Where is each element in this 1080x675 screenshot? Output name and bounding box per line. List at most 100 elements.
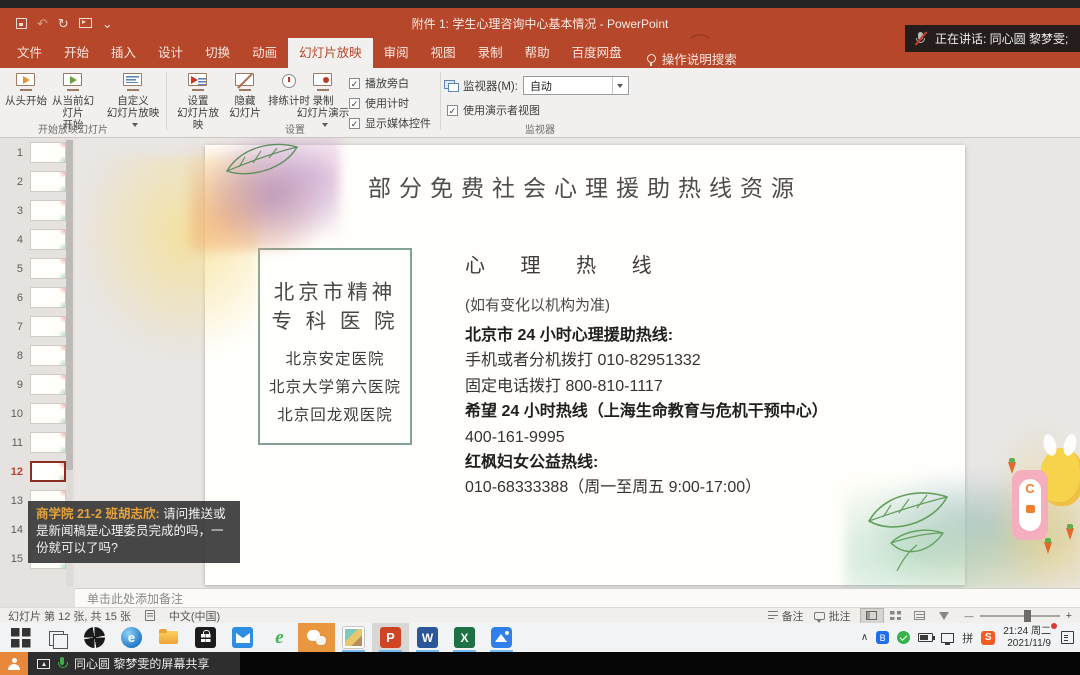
zoom-slider[interactable]: [979, 609, 1060, 622]
taskbar-clock[interactable]: 21:24 周二 2021/11/9: [1003, 623, 1057, 649]
save-icon[interactable]: [16, 17, 27, 29]
ime-switch-icon[interactable]: 拼: [962, 630, 973, 646]
thumbnail-image[interactable]: [30, 229, 66, 250]
taskbar-photos[interactable]: [335, 623, 372, 652]
taskbar-edge[interactable]: e: [113, 623, 150, 652]
taskbar-excel[interactable]: X: [446, 623, 483, 652]
checkbox-icon: ✓: [349, 117, 360, 129]
thumbnail-image[interactable]: [30, 432, 66, 453]
thumbnail-image[interactable]: [30, 200, 66, 221]
taskbar-store[interactable]: [187, 623, 224, 652]
ribbon-tab[interactable]: 设计: [147, 38, 194, 68]
slide-thumbnail-2[interactable]: 2: [0, 167, 75, 196]
view-buttons: [859, 607, 955, 624]
sogou-input-icon[interactable]: S: [981, 630, 996, 645]
button-label: 自定义 幻灯片放映: [104, 95, 162, 131]
action-center-icon[interactable]: [1061, 631, 1074, 644]
thumbnail-image[interactable]: [30, 171, 66, 192]
ribbon-tab[interactable]: 插入: [100, 38, 147, 68]
ribbon-checkbox[interactable]: ✓ 使用计时: [349, 95, 431, 111]
from-beginning-button[interactable]: 从头开始: [4, 71, 48, 107]
taskbar-pinwheel[interactable]: [76, 623, 113, 652]
slide-thumbnail-8[interactable]: 8: [0, 341, 75, 370]
zoom-out-button[interactable]: —: [965, 611, 974, 621]
thumbnail-image[interactable]: [30, 403, 66, 424]
thumbnail-image[interactable]: [30, 142, 66, 163]
thumbnail-image[interactable]: [30, 316, 66, 337]
normal-view-button[interactable]: [859, 607, 884, 624]
slide-thumbnail-3[interactable]: 3: [0, 196, 75, 225]
ribbon-tab[interactable]: 文件: [6, 38, 53, 68]
monitor-dropdown[interactable]: 自动: [522, 76, 629, 95]
qat-customize-icon[interactable]: ⌄: [102, 17, 113, 30]
ribbon-tab[interactable]: 动画: [241, 38, 288, 68]
ribbon-tab[interactable]: 录制: [467, 38, 514, 68]
taskbar-powerpoint[interactable]: P: [372, 623, 409, 652]
ribbon-checkbox[interactable]: ✓ 播放旁白: [349, 75, 431, 91]
notes-toggle-button[interactable]: 备注: [767, 608, 804, 624]
slide-thumbnail-10[interactable]: 10: [0, 399, 75, 428]
battery-icon[interactable]: [918, 633, 936, 642]
ribbon: 从头开始 从当前幻灯片 开始 自定义 幻灯片放映 设置 幻灯片放映 隐藏 幻灯片…: [0, 68, 1080, 138]
notes-pane[interactable]: 单击此处添加备注: [75, 588, 1080, 607]
slide-thumbnail-6[interactable]: 6: [0, 283, 75, 312]
presenter-view-checkbox[interactable]: ✓ 使用演示者视图: [447, 102, 540, 118]
taskbar-start[interactable]: [2, 623, 39, 652]
slide-thumbnail-4[interactable]: 4: [0, 225, 75, 254]
zoom-in-button[interactable]: +: [1066, 610, 1072, 622]
spellcheck-icon[interactable]: [144, 610, 155, 621]
slide-thumbnail-9[interactable]: 9: [0, 370, 75, 399]
taskbar-task-view[interactable]: [39, 623, 76, 652]
slideshow-view-button[interactable]: [933, 609, 955, 623]
taskbar-mail[interactable]: [224, 623, 261, 652]
reading-view-button[interactable]: [909, 609, 931, 623]
taskbar-internet-explorer[interactable]: e: [261, 623, 298, 652]
ribbon-tab[interactable]: 开始: [53, 38, 100, 68]
scrollbar-thumb[interactable]: [66, 140, 73, 470]
slide-sorter-view-button[interactable]: [885, 609, 907, 623]
thumbnail-image[interactable]: [30, 345, 66, 366]
thumbnail-image[interactable]: [30, 258, 66, 279]
taskbar-file-explorer[interactable]: [150, 623, 187, 652]
language-label[interactable]: 中文(中国): [169, 608, 220, 624]
bluetooth-icon[interactable]: B: [876, 631, 890, 644]
slide-thumbnail-5[interactable]: 5: [0, 254, 75, 283]
thumbnail-image[interactable]: [30, 374, 66, 395]
ribbon-tab[interactable]: 百度网盘: [561, 38, 633, 68]
slide-thumbnail-12[interactable]: 12: [0, 457, 75, 486]
ribbon-tab[interactable]: 视图: [420, 38, 467, 68]
taskbar-wechat[interactable]: [298, 623, 335, 652]
internet-explorer-icon: e: [275, 626, 284, 648]
slide-thumbnail-7[interactable]: 7: [0, 312, 75, 341]
tell-me-search[interactable]: 操作说明搜索: [633, 49, 737, 68]
ribbon-tab[interactable]: 切换: [194, 38, 241, 68]
dropdown-arrow-icon[interactable]: [611, 77, 628, 94]
display-tray-icon[interactable]: [941, 632, 955, 645]
setup-slideshow-button[interactable]: 设置 幻灯片放映: [172, 71, 224, 131]
thumbnail-image[interactable]: [30, 461, 66, 482]
hidden-icons-chevron[interactable]: ∧: [861, 632, 868, 643]
slide-thumbnail-11[interactable]: 11: [0, 428, 75, 457]
taskbar-tencent-docs[interactable]: [483, 623, 520, 652]
hide-slide-button[interactable]: 隐藏 幻灯片: [226, 71, 264, 119]
ribbon-tab[interactable]: 帮助: [514, 38, 561, 68]
thumbnail-number: 12: [10, 465, 23, 478]
ribbon-tab[interactable]: 审阅: [373, 38, 420, 68]
chat-sender: 商学院 21-2 班胡志欣:: [36, 507, 160, 521]
security-tray-icon[interactable]: [897, 631, 911, 644]
replay-icon[interactable]: ↻: [58, 17, 69, 30]
slideshow-quick-icon[interactable]: [78, 18, 92, 28]
comments-toggle-button[interactable]: 批注: [813, 608, 851, 624]
thumbnail-image[interactable]: [30, 287, 66, 308]
current-slide[interactable]: 部分免费社会心理援助热线资源 北京市精神 专 科 医 院 北京安定医院 北京大学…: [205, 145, 965, 585]
group-label-start-slideshow: 开始放映幻灯片: [38, 125, 108, 136]
custom-slideshow-button[interactable]: 自定义 幻灯片放映: [104, 71, 162, 131]
zoom-slider-thumb[interactable]: [1023, 609, 1031, 622]
ribbon-checkbox[interactable]: ✓ 显示媒体控件: [349, 115, 431, 131]
sharer-avatar-tile[interactable]: [0, 652, 28, 675]
taskbar-word[interactable]: W: [409, 623, 446, 652]
microphone-muted-icon: [914, 31, 928, 46]
ribbon-tab[interactable]: 幻灯片放映: [288, 38, 373, 68]
slide-thumbnail-1[interactable]: 1: [0, 138, 75, 167]
undo-icon[interactable]: ↶: [37, 17, 48, 30]
